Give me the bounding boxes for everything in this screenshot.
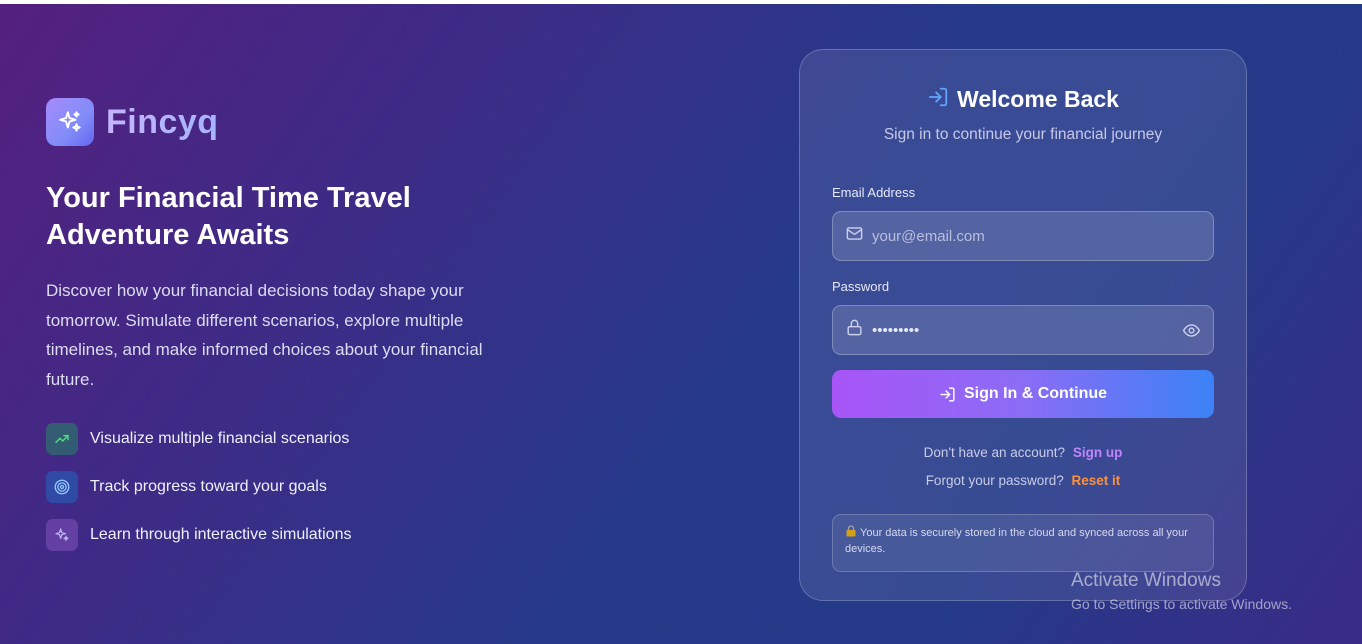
reset-row: Forgot your password? Reset it xyxy=(800,473,1246,488)
feature-item: Track progress toward your goals xyxy=(46,471,351,503)
brand: Fincyq xyxy=(46,98,219,146)
password-label: Password xyxy=(832,279,890,294)
hero-description: Discover how your financial decisions to… xyxy=(46,281,483,389)
email-input[interactable] xyxy=(872,227,1162,245)
no-account-text: Don't have an account? xyxy=(923,445,1066,460)
feature-item: Learn through interactive simulations xyxy=(46,519,351,551)
hero-title: Your Financial Time Travel Adventure Awa… xyxy=(46,182,411,251)
sparkles-icon xyxy=(46,98,94,146)
email-label: Email Address xyxy=(832,185,916,200)
feature-item: Visualize multiple financial scenarios xyxy=(46,423,351,455)
feature-label: Track progress toward your goals xyxy=(90,478,327,495)
security-note-text: Your data is securely stored in the clou… xyxy=(845,527,1188,555)
feature-list: Visualize multiple financial scenarios T… xyxy=(46,423,351,567)
feature-label: Learn through interactive simulations xyxy=(90,526,352,543)
card-title: Welcome Back xyxy=(957,86,1119,112)
log-in-icon xyxy=(940,386,955,402)
activation-watermark: Activate Windows Go to Settings to activ… xyxy=(1071,570,1292,612)
password-field[interactable] xyxy=(832,305,1214,355)
login-card: Welcome Back Sign in to continue your fi… xyxy=(799,49,1247,601)
security-note: Your data is securely stored in the clou… xyxy=(832,514,1214,572)
log-in-icon xyxy=(927,86,949,113)
login-page: Fincyq Your Financial Time Travel Advent… xyxy=(0,4,1362,644)
mail-icon xyxy=(845,224,864,248)
lock-icon xyxy=(845,318,864,342)
email-field[interactable] xyxy=(832,211,1214,261)
sparkles-icon xyxy=(46,519,78,551)
watermark-subtitle: Go to Settings to activate Windows. xyxy=(1071,596,1292,612)
trending-up-icon xyxy=(46,423,78,455)
forgot-text: Forgot your password? xyxy=(925,473,1064,488)
feature-label: Visualize multiple financial scenarios xyxy=(90,430,350,447)
eye-icon[interactable] xyxy=(1182,321,1201,345)
brand-name: Fincyq xyxy=(106,102,219,141)
target-icon xyxy=(46,471,78,503)
lock-icon xyxy=(846,525,856,537)
card-subtitle: Sign in to continue your financial journ… xyxy=(883,126,1163,143)
signup-row: Don't have an account? Sign up xyxy=(800,445,1246,460)
reset-password-link[interactable]: Reset it xyxy=(1072,473,1121,488)
watermark-title: Activate Windows xyxy=(1071,570,1221,591)
card-header: Welcome Back xyxy=(800,86,1246,113)
sign-in-button[interactable]: Sign In & Continue xyxy=(832,370,1214,418)
password-input[interactable] xyxy=(872,321,1162,339)
sign-up-link[interactable]: Sign up xyxy=(1073,445,1123,460)
sign-in-label: Sign In & Continue xyxy=(963,385,1108,402)
